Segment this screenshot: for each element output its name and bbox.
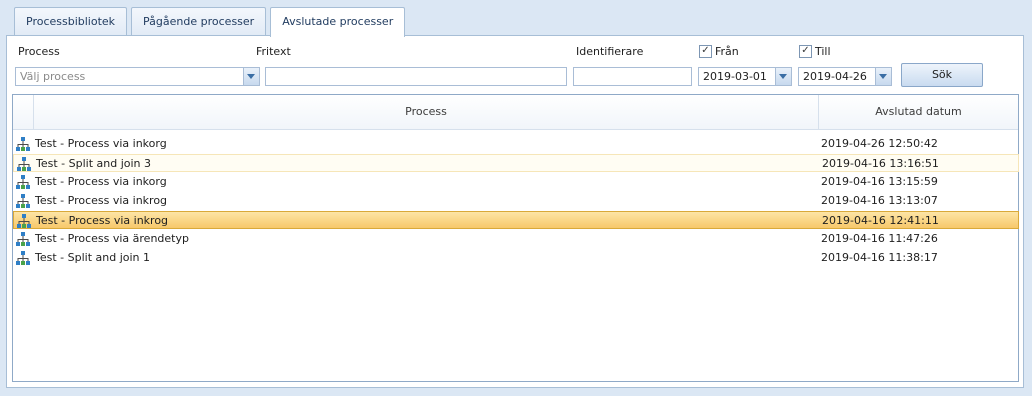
- chevron-down-icon[interactable]: [875, 68, 891, 85]
- row-finished-date: 2019-04-16 13:13:07: [821, 194, 938, 207]
- process-tree-icon: [16, 175, 30, 189]
- process-tree-icon: [16, 137, 30, 151]
- tab-pagaende-processer[interactable]: Pågående processer: [131, 7, 267, 35]
- fran-date-picker[interactable]: 2019-03-01: [698, 67, 792, 86]
- row-process-name: Test - Split and join 1: [35, 251, 151, 264]
- table-row[interactable]: Test - Process via ärendetyp 2019-04-16 …: [13, 230, 1019, 248]
- fran-date-value: 2019-03-01: [703, 70, 767, 83]
- process-label: Process: [18, 45, 60, 58]
- fran-label: Från: [715, 45, 739, 58]
- process-dropdown[interactable]: Välj process: [15, 67, 260, 86]
- process-placeholder: Välj process: [20, 70, 86, 83]
- till-checkbox[interactable]: ✓: [799, 45, 812, 58]
- till-date-value: 2019-04-26: [803, 70, 867, 83]
- table-row[interactable]: Test - Split and join 1 2019-04-16 11:38…: [13, 249, 1019, 267]
- row-finished-date: 2019-04-16 11:47:26: [821, 232, 938, 245]
- tab-avslutade-processer[interactable]: Avslutade processer: [270, 7, 406, 37]
- row-finished-date: 2019-04-26 12:50:42: [821, 137, 938, 150]
- row-process-name: Test - Split and join 3: [36, 157, 152, 170]
- tab-panel: Process Välj process Fritext Identifiera…: [6, 35, 1024, 388]
- row-process-name: Test - Process via inkorg: [35, 175, 167, 188]
- till-date-picker[interactable]: 2019-04-26: [798, 67, 892, 86]
- till-label: Till: [815, 45, 831, 58]
- process-tree-icon: [17, 157, 31, 171]
- fritext-input[interactable]: [265, 67, 567, 86]
- process-tree-icon: [17, 214, 31, 228]
- chevron-down-icon[interactable]: [243, 68, 259, 85]
- table-row[interactable]: Test - Process via inkrog 2019-04-16 13:…: [13, 192, 1019, 210]
- fran-checkbox[interactable]: ✓: [699, 45, 712, 58]
- process-tree-icon: [16, 232, 30, 246]
- column-header-process[interactable]: Process: [34, 95, 818, 129]
- row-finished-date: 2019-04-16 13:15:59: [821, 175, 938, 188]
- results-grid[interactable]: Process Avslutad datum Test - Process vi…: [12, 94, 1019, 382]
- row-process-name: Test - Process via inkrog: [35, 194, 168, 207]
- fritext-label: Fritext: [256, 45, 291, 58]
- table-row[interactable]: Test - Split and join 3 2019-04-16 13:16…: [13, 154, 1019, 172]
- row-process-name: Test - Process via inkorg: [35, 137, 167, 150]
- grid-header: Process Avslutad datum: [13, 95, 1018, 130]
- column-header-avslutad-datum[interactable]: Avslutad datum: [819, 95, 1018, 129]
- row-process-name: Test - Process via ärendetyp: [35, 232, 189, 245]
- row-finished-date: 2019-04-16 12:41:11: [822, 214, 939, 227]
- row-process-name: Test - Process via inkrog: [36, 214, 169, 227]
- chevron-down-icon[interactable]: [775, 68, 791, 85]
- row-finished-date: 2019-04-16 13:16:51: [822, 157, 939, 170]
- tab-processbibliotek[interactable]: Processbibliotek: [14, 7, 128, 35]
- search-button[interactable]: Sök: [901, 63, 983, 87]
- table-row[interactable]: Test - Process via inkorg 2019-04-16 13:…: [13, 173, 1019, 191]
- table-row[interactable]: Test - Process via inkorg 2019-04-26 12:…: [13, 135, 1019, 153]
- process-tree-icon: [16, 194, 30, 208]
- tab-strip: Processbibliotek Pågående processer Avsl…: [14, 7, 409, 37]
- identifierare-label: Identifierare: [576, 45, 644, 58]
- row-finished-date: 2019-04-16 11:38:17: [821, 251, 938, 264]
- process-tree-icon: [16, 251, 30, 265]
- identifierare-input[interactable]: [573, 67, 692, 86]
- table-row[interactable]: Test - Process via inkrog 2019-04-16 12:…: [13, 211, 1019, 229]
